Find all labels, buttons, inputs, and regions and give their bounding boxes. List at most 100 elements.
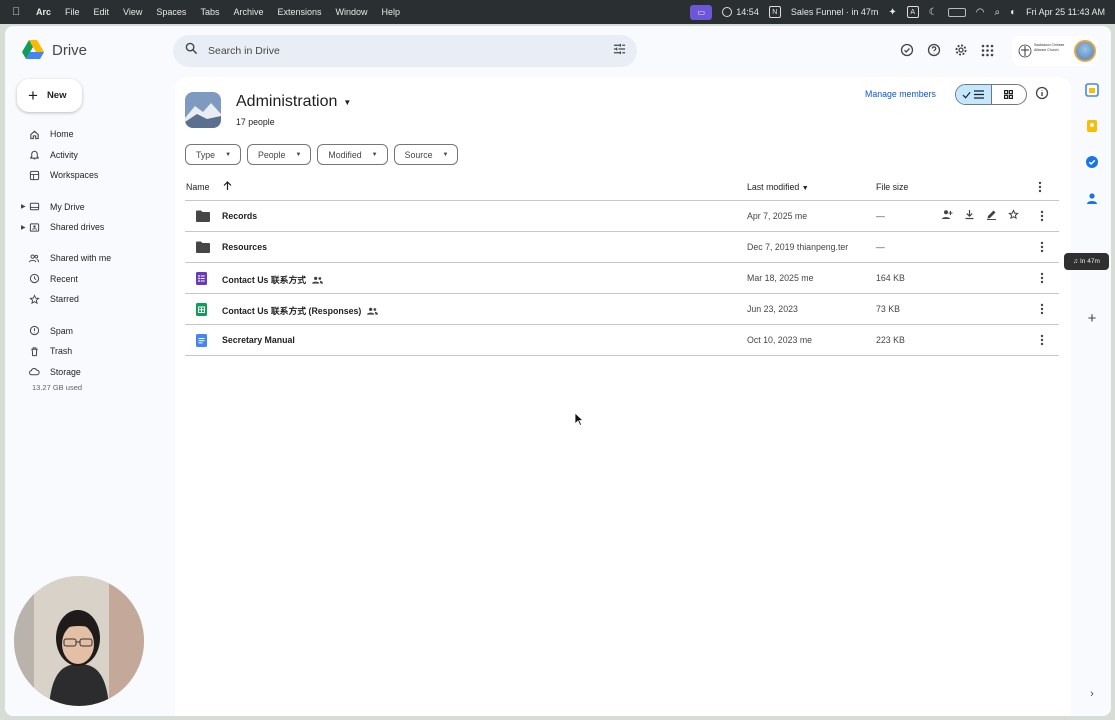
file-size: 223 KB	[876, 335, 905, 345]
sidebar-item-recent[interactable]: Recent	[5, 269, 175, 290]
sidebar-item-workspaces[interactable]: Workspaces	[5, 165, 175, 186]
column-last-modified[interactable]: Last modified ▼	[747, 182, 809, 192]
search-icon[interactable]	[185, 42, 198, 60]
table-row[interactable]: Contact Us 联系方式 Mar 18, 2025 me 164 KB	[185, 263, 1059, 294]
title-dropdown-icon[interactable]: ▼	[343, 98, 351, 107]
sidebar-item-shared-drives[interactable]: ▶ Shared drives	[5, 217, 175, 238]
sidebar-item-my-drive[interactable]: ▶ My Drive	[5, 196, 175, 217]
search-input[interactable]: Search in Drive	[208, 45, 280, 57]
shared-people-icon	[312, 276, 324, 284]
sidebar-item-starred[interactable]: Starred	[5, 289, 175, 310]
app-menu[interactable]: Arc	[36, 7, 51, 17]
organization-logo: Saskatoon Chinese Alliance Church	[1018, 41, 1068, 61]
workspaces-icon	[28, 169, 40, 181]
file-name[interactable]: Resources	[222, 242, 267, 252]
calendar-icon[interactable]	[1085, 83, 1099, 97]
chevron-down-icon: ▼	[295, 151, 302, 158]
filter-chips: Type ▼ People ▼ Modified ▼ Source ▼	[185, 144, 459, 165]
filter-type[interactable]: Type ▼	[185, 144, 242, 165]
shared-drive-title[interactable]: Administration ▼	[236, 93, 351, 111]
settings-gear-icon[interactable]	[954, 43, 968, 62]
contacts-icon[interactable]	[1085, 191, 1099, 205]
sidebar-item-spam[interactable]: Spam	[5, 320, 175, 341]
ready-for-offline-icon[interactable]	[900, 43, 914, 62]
sidebar-item-home[interactable]: Home	[5, 124, 175, 145]
rename-pencil-icon[interactable]	[986, 209, 997, 222]
tasks-icon[interactable]	[1085, 155, 1099, 169]
control-center-icon[interactable]: ◐	[1010, 7, 1016, 18]
row-more-options-icon[interactable]	[1038, 333, 1046, 347]
list-view-button[interactable]	[956, 85, 992, 104]
row-more-options-icon[interactable]	[1038, 240, 1046, 254]
arc-status-icon[interactable]: ▭	[690, 4, 713, 20]
grid-view-button[interactable]	[992, 85, 1027, 104]
table-row[interactable]: Records Apr 7, 2025 me —	[185, 201, 1059, 232]
menu-file[interactable]: File	[65, 7, 80, 17]
search-bar[interactable]: Search in Drive	[173, 35, 637, 67]
avatar[interactable]	[1074, 40, 1096, 62]
info-icon[interactable]	[1035, 86, 1049, 105]
file-modified: Mar 18, 2025 me	[747, 273, 814, 283]
file-name[interactable]: Secretary Manual	[222, 335, 295, 345]
menu-spaces[interactable]: Spaces	[156, 7, 186, 17]
keep-icon[interactable]	[1085, 119, 1099, 133]
google-sheets-icon	[196, 303, 210, 316]
drive-logo[interactable]: Drive	[22, 40, 87, 60]
help-icon[interactable]	[927, 43, 941, 62]
table-row[interactable]: Contact Us 联系方式 (Responses) Jun 23, 2023…	[185, 294, 1059, 325]
keyboard-input-icon[interactable]: A	[906, 6, 919, 18]
filter-source[interactable]: Source ▼	[393, 144, 459, 165]
row-more-options-icon[interactable]	[1038, 209, 1046, 223]
sidebar-item-shared-with-me[interactable]: Shared with me	[5, 248, 175, 269]
add-addon-plus-icon[interactable]: +	[1085, 311, 1099, 326]
notion-icon[interactable]: N	[768, 6, 781, 18]
drive-icon	[28, 201, 40, 213]
webcam-pip-overlay[interactable]	[14, 576, 144, 706]
file-name[interactable]: Contact Us 联系方式	[222, 273, 324, 286]
manage-members-link[interactable]: Manage members	[865, 89, 936, 99]
account-switcher[interactable]: Saskatoon Chinese Alliance Church	[1012, 36, 1098, 66]
row-more-options-icon[interactable]	[1038, 302, 1046, 316]
menu-edit[interactable]: Edit	[94, 7, 110, 17]
download-icon[interactable]	[964, 209, 975, 222]
menu-help[interactable]: Help	[382, 7, 401, 17]
wifi-icon[interactable]: ◠	[976, 7, 985, 18]
timer-status[interactable]: 14:54	[722, 7, 759, 18]
new-button[interactable]: + New	[17, 79, 82, 112]
chevron-right-icon[interactable]: ›	[1085, 687, 1099, 701]
menu-tabs[interactable]: Tabs	[200, 7, 219, 17]
apple-menu-icon[interactable]: 	[12, 6, 28, 18]
focus-icon[interactable]: ✦	[888, 7, 896, 18]
column-name[interactable]: Name	[186, 182, 209, 192]
sidebar-item-trash[interactable]: Trash	[5, 341, 175, 362]
menu-view[interactable]: View	[123, 7, 142, 17]
expand-caret-icon[interactable]: ▶	[21, 224, 26, 231]
menu-extensions[interactable]: Extensions	[277, 7, 321, 17]
file-name[interactable]: Contact Us 联系方式 (Responses)	[222, 304, 379, 317]
meeting-status[interactable]: Sales Funnel · in 47m	[791, 7, 879, 17]
filter-modified[interactable]: Modified ▼	[317, 144, 388, 165]
sidebar-item-storage[interactable]: Storage	[5, 361, 175, 382]
menu-archive[interactable]: Archive	[233, 7, 263, 17]
menu-window[interactable]: Window	[336, 7, 368, 17]
layout-toggle	[955, 84, 1027, 105]
spotlight-icon[interactable]: ⌕	[994, 7, 1000, 18]
sort-ascending-icon[interactable]	[223, 181, 232, 193]
more-options-icon[interactable]	[1038, 181, 1042, 195]
table-row[interactable]: Secretary Manual Oct 10, 2023 me 223 KB	[185, 325, 1059, 356]
meeting-reminder-chip[interactable]: ♫ In 47m	[1064, 253, 1109, 270]
filter-people[interactable]: People ▼	[247, 144, 312, 165]
moon-icon[interactable]: ☾	[929, 7, 938, 18]
file-name[interactable]: Records	[222, 211, 257, 221]
battery-icon[interactable]	[947, 7, 966, 17]
sidebar-item-activity[interactable]: Activity	[5, 145, 175, 166]
apps-grid-icon[interactable]	[981, 44, 994, 62]
row-more-options-icon[interactable]	[1038, 271, 1046, 285]
expand-caret-icon[interactable]: ▶	[21, 203, 26, 210]
clock[interactable]: Fri Apr 25 11:43 AM	[1026, 7, 1105, 17]
add-star-icon[interactable]	[1008, 209, 1019, 222]
share-add-person-icon[interactable]	[941, 209, 953, 222]
column-file-size[interactable]: File size	[876, 182, 908, 192]
table-row[interactable]: Resources Dec 7, 2019 thianpeng.ter —	[185, 232, 1059, 263]
search-options-icon[interactable]	[613, 42, 626, 60]
